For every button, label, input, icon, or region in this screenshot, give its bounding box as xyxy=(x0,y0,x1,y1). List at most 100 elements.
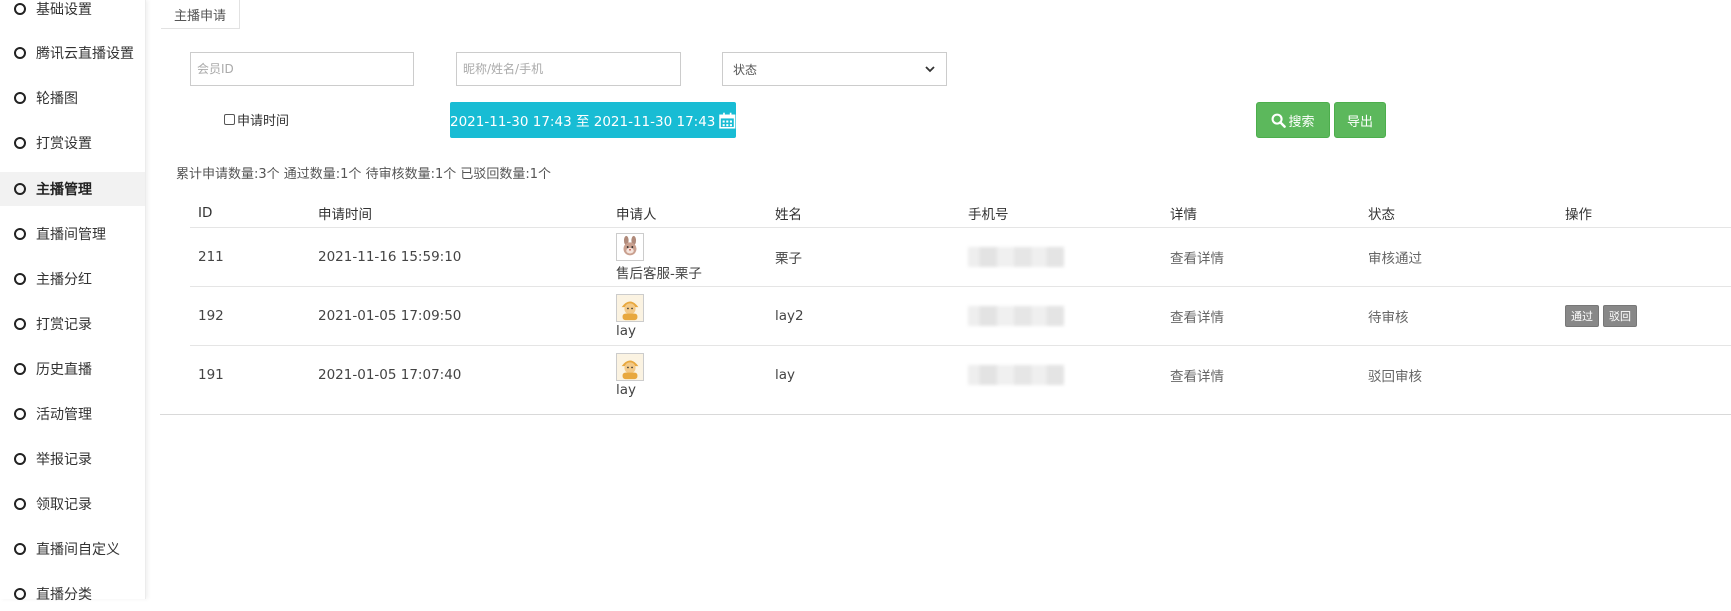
row-time: 2021-01-05 17:09:50 xyxy=(318,308,462,324)
application-table: ID 申请时间 申请人 姓名 手机号 详情 状态 操作 211 2021-11-… xyxy=(190,199,1731,404)
chevron-down-icon xyxy=(925,66,935,73)
row-user: lay xyxy=(616,346,644,404)
status-select-value: 状态 xyxy=(733,62,758,77)
sidebar-item-label: 直播间管理 xyxy=(36,227,106,243)
apply-time-filter: 申请时间 xyxy=(224,110,290,129)
calendar-icon xyxy=(719,112,736,129)
row-status: 待审核 xyxy=(1368,310,1409,326)
circle-icon xyxy=(14,408,26,420)
row-id: 192 xyxy=(198,308,224,324)
circle-icon xyxy=(14,92,26,104)
reject-button[interactable]: 驳回 xyxy=(1603,305,1637,327)
sidebar-item-label: 主播分红 xyxy=(36,272,92,288)
row-user: 售后客服-栗子 xyxy=(616,228,702,286)
row-time: 2021-01-05 17:07:40 xyxy=(318,367,462,383)
table-row: 192 2021-01-05 17:09:50 lay lay2 查看详情 待审… xyxy=(190,287,1731,346)
table-header: ID 申请时间 申请人 姓名 手机号 详情 状态 操作 xyxy=(190,199,1731,228)
sidebar-item-label: 直播分类 xyxy=(36,587,92,603)
col-header-detail: 详情 xyxy=(1170,207,1197,223)
row-name: 栗子 xyxy=(775,251,802,267)
date-range-picker[interactable]: 2021-11-30 17:43 至 2021-11-30 17:43 xyxy=(450,102,736,138)
circle-icon xyxy=(14,318,26,330)
circle-icon xyxy=(14,47,26,59)
sidebar-item-anchor-dividend[interactable]: 主播分红 xyxy=(0,262,145,296)
circle-icon xyxy=(14,228,26,240)
export-button[interactable]: 导出 xyxy=(1334,102,1386,138)
table-row: 211 2021-11-16 15:59:10 售后客服-栗子 栗子 查看详情 … xyxy=(190,228,1731,287)
row-status: 审核通过 xyxy=(1368,251,1422,267)
view-detail-link[interactable]: 查看详情 xyxy=(1170,287,1224,345)
sidebar-item-label: 举报记录 xyxy=(36,452,92,468)
view-detail-link[interactable]: 查看详情 xyxy=(1170,346,1224,404)
col-header-status: 状态 xyxy=(1368,207,1395,223)
row-phone xyxy=(968,346,1064,404)
row-name: lay xyxy=(775,367,796,383)
tab-anchor-application[interactable]: 主播申请 xyxy=(161,0,240,29)
row-phone xyxy=(968,287,1064,345)
row-user: lay xyxy=(616,287,644,345)
circle-icon xyxy=(14,363,26,375)
col-header-user: 申请人 xyxy=(616,207,657,223)
circle-icon xyxy=(14,588,26,600)
circle-icon xyxy=(14,498,26,510)
cartoon-avatar-icon xyxy=(616,352,644,381)
sidebar-item-live-category[interactable]: 直播分类 xyxy=(0,577,145,611)
phone-redacted xyxy=(968,306,1064,326)
sidebar-item-tencent-live-settings[interactable]: 腾讯云直播设置 xyxy=(0,36,145,70)
date-range-text: 2021-11-30 17:43 至 2021-11-30 17:43 xyxy=(450,114,716,130)
sidebar-item-report-records[interactable]: 举报记录 xyxy=(0,442,145,476)
sidebar-item-tip-records[interactable]: 打赏记录 xyxy=(0,307,145,341)
sidebar-item-carousel[interactable]: 轮播图 xyxy=(0,81,145,115)
circle-icon xyxy=(14,137,26,149)
sidebar-item-label: 基础设置 xyxy=(36,2,92,18)
sidebar-item-activity-management[interactable]: 活动管理 xyxy=(0,397,145,431)
col-header-name: 姓名 xyxy=(775,207,802,223)
sidebar-item-claim-records[interactable]: 领取记录 xyxy=(0,487,145,521)
circle-icon xyxy=(14,3,26,15)
view-detail-link[interactable]: 查看详情 xyxy=(1170,228,1224,286)
sidebar-item-room-custom[interactable]: 直播间自定义 xyxy=(0,532,145,566)
row-status: 驳回审核 xyxy=(1368,369,1422,385)
sidebar-item-basic-settings[interactable]: 基础设置 xyxy=(0,0,145,26)
sidebar-item-label: 历史直播 xyxy=(36,362,92,378)
col-header-id: ID xyxy=(198,205,213,221)
apply-time-checkbox[interactable] xyxy=(224,113,235,125)
summary-stats: 累计申请数量:3个 通过数量:1个 待审核数量:1个 已驳回数量:1个 xyxy=(176,167,552,182)
sidebar-item-room-management[interactable]: 直播间管理 xyxy=(0,217,145,251)
sidebar-item-history-live[interactable]: 历史直播 xyxy=(0,352,145,386)
member-id-input[interactable] xyxy=(190,52,414,86)
table-bottom-divider xyxy=(160,414,1731,415)
status-select[interactable]: 状态 xyxy=(722,52,947,86)
search-button-label: 搜索 xyxy=(1288,114,1315,130)
cartoon-avatar-icon xyxy=(616,293,644,322)
sidebar-item-label: 打赏记录 xyxy=(36,317,92,333)
keyword-input[interactable] xyxy=(456,52,681,86)
sidebar-item-anchor-management[interactable]: 主播管理 xyxy=(0,172,145,206)
search-icon xyxy=(1272,113,1287,128)
sidebar-item-label: 领取记录 xyxy=(36,497,92,513)
approve-button[interactable]: 通过 xyxy=(1565,305,1599,327)
sidebar-item-label: 腾讯云直播设置 xyxy=(36,46,134,62)
phone-redacted xyxy=(968,247,1064,267)
row-user-name: lay xyxy=(616,322,637,339)
tab-label: 主播申请 xyxy=(173,8,226,24)
col-header-time: 申请时间 xyxy=(318,207,372,223)
sidebar-item-label: 轮播图 xyxy=(36,91,78,107)
row-operations: 通过 驳回 xyxy=(1565,287,1641,345)
sidebar: 基础设置 腾讯云直播设置 轮播图 打赏设置 主播管理 直播间管理 主播分红 打赏… xyxy=(0,0,146,603)
row-user-name: 售后客服-栗子 xyxy=(616,265,702,282)
col-header-op: 操作 xyxy=(1565,207,1592,223)
sidebar-item-label: 直播间自定义 xyxy=(36,542,120,558)
sidebar-item-label: 主播管理 xyxy=(36,182,92,198)
search-button[interactable]: 搜索 xyxy=(1256,102,1330,138)
col-header-phone: 手机号 xyxy=(968,207,1009,223)
row-time: 2021-11-16 15:59:10 xyxy=(318,249,462,265)
row-user-name: lay xyxy=(616,381,637,398)
row-name: lay2 xyxy=(775,308,804,324)
row-id: 211 xyxy=(198,249,224,265)
row-id: 191 xyxy=(198,367,224,383)
circle-icon xyxy=(14,273,26,285)
sidebar-item-label: 活动管理 xyxy=(36,407,92,423)
sidebar-item-tip-settings[interactable]: 打赏设置 xyxy=(0,126,145,160)
apply-time-label: 申请时间 xyxy=(237,113,290,129)
